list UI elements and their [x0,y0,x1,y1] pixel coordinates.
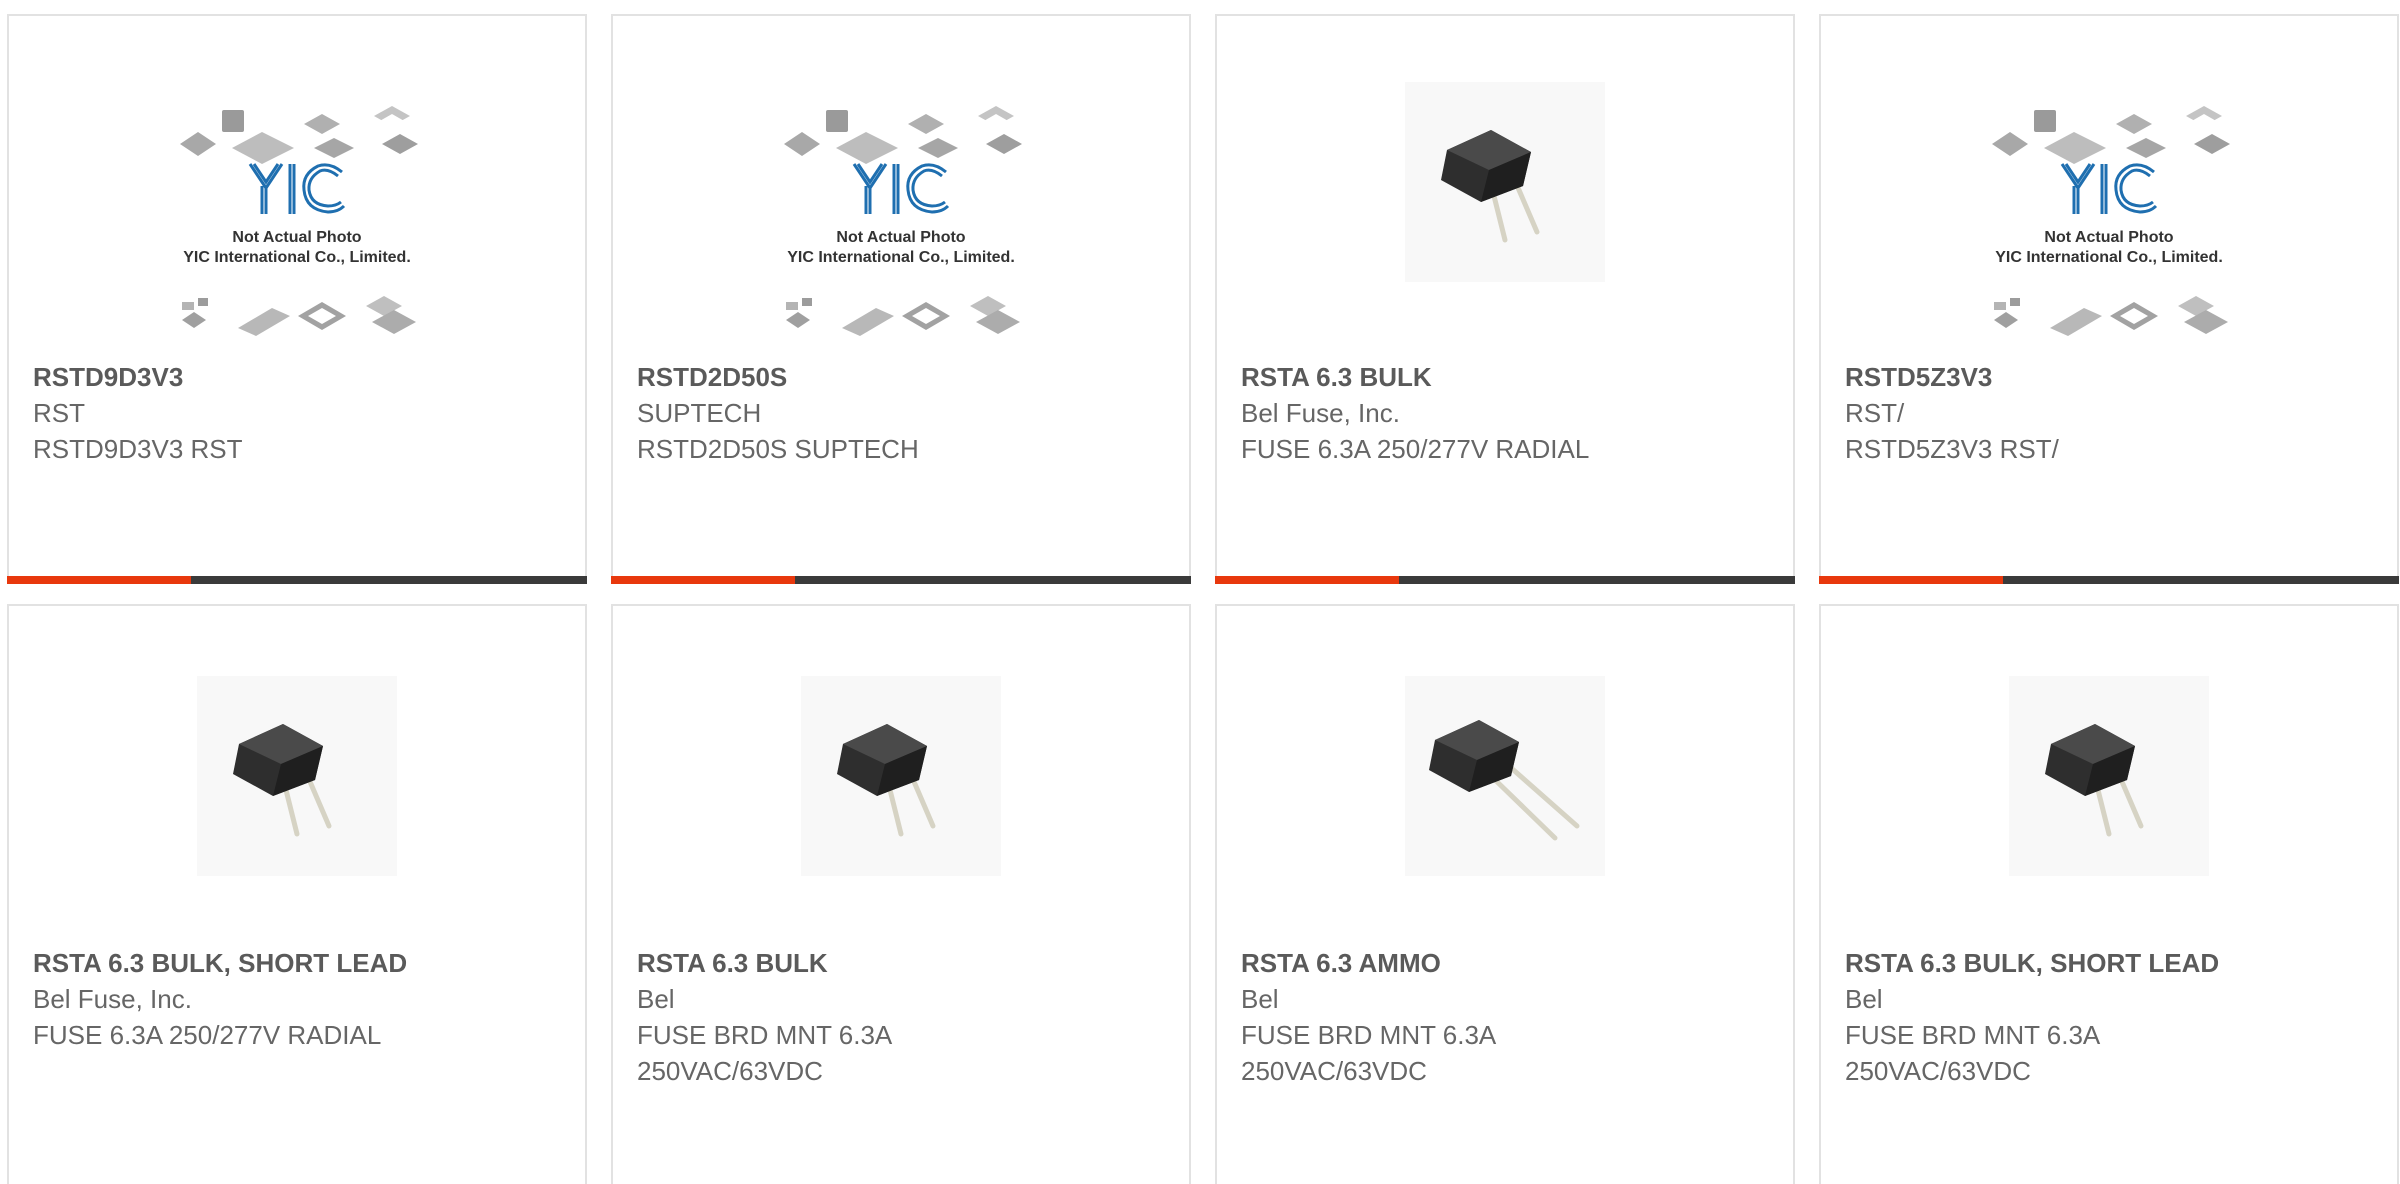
product-card[interactable]: RSTA 6.3 BULK Bel Fuse, Inc. FUSE 6.3A 2… [1215,14,1795,584]
product-image[interactable] [2009,676,2209,876]
card-footer-accent [7,576,191,584]
product-image-placeholder[interactable]: Not Actual Photo YIC International Co., … [162,102,432,358]
product-part-number-link[interactable]: RSTA 6.3 BULK [1241,359,1769,395]
product-card[interactable]: RSTA 6.3 AMMO Bel FUSE BRD MNT 6.3A 250V… [1215,604,1795,1184]
svg-text:YIC International Co., Limited: YIC International Co., Limited. [787,249,1015,266]
product-card[interactable]: Not Actual Photo YIC International Co., … [1819,14,2399,584]
product-card[interactable]: RSTA 6.3 BULK, SHORT LEAD Bel Fuse, Inc.… [7,604,587,1184]
product-description: FUSE 6.3A 250/277V RADIAL [33,1020,382,1050]
chip-placeholder-icon: Not Actual Photo YIC International Co., … [178,104,420,338]
product-description: RSTD9D3V3 RST [33,434,243,464]
product-part-number-link[interactable]: RSTA 6.3 BULK, SHORT LEAD [33,945,561,981]
radial-fuse-icon [801,676,1001,876]
product-info: RSTD5Z3V3 RST/ RSTD5Z3V3 RST/ [1845,359,2373,467]
product-manufacturer: Bel Fuse, Inc. [1241,398,1400,428]
product-info: RSTA 6.3 BULK, SHORT LEAD Bel FUSE BRD M… [1845,945,2373,1089]
product-info: RSTA 6.3 BULK Bel Fuse, Inc. FUSE 6.3A 2… [1241,359,1769,467]
svg-text:YIC International Co., Limited: YIC International Co., Limited. [1995,249,2223,266]
product-description: FUSE BRD MNT 6.3A 250VAC/63VDC [1241,1020,1495,1086]
chip-placeholder-icon: Not Actual Photo YIC International Co., … [1990,104,2232,338]
product-info: RSTA 6.3 BULK, SHORT LEAD Bel Fuse, Inc.… [33,945,561,1053]
product-manufacturer: Bel [1241,984,1279,1014]
svg-text:Not Actual Photo: Not Actual Photo [232,229,361,246]
product-manufacturer: SUPTECH [637,398,762,428]
card-footer-accent [1819,576,2003,584]
product-image[interactable] [1405,676,1605,876]
product-part-number-link[interactable]: RSTD2D50S [637,359,1165,395]
product-part-number-link[interactable]: RSTA 6.3 AMMO [1241,945,1769,981]
card-footer-accent [611,576,795,584]
product-description: FUSE 6.3A 250/277V RADIAL [1241,434,1590,464]
product-image-placeholder[interactable]: Not Actual Photo YIC International Co., … [1974,102,2244,358]
product-description: FUSE BRD MNT 6.3A 250VAC/63VDC [637,1020,891,1086]
radial-fuse-icon [1405,82,1605,282]
radial-fuse-icon [2009,676,2209,876]
product-card[interactable]: Not Actual Photo YIC International Co., … [7,14,587,584]
chip-placeholder-icon: Not Actual Photo YIC International Co., … [782,104,1024,338]
svg-text:Not Actual Photo: Not Actual Photo [2044,229,2173,246]
card-footer-bar [611,576,1191,584]
product-description: RSTD5Z3V3 RST/ [1845,434,2059,464]
product-info: RSTA 6.3 AMMO Bel FUSE BRD MNT 6.3A 250V… [1241,945,1769,1089]
product-image[interactable] [801,676,1001,876]
card-footer-bar [1819,576,2399,584]
product-card[interactable]: RSTA 6.3 BULK, SHORT LEAD Bel FUSE BRD M… [1819,604,2399,1184]
product-info: RSTD9D3V3 RST RSTD9D3V3 RST [33,359,561,467]
product-grid: Not Actual Photo YIC International Co., … [0,0,2400,1184]
product-part-number-link[interactable]: RSTD9D3V3 [33,359,561,395]
radial-fuse-icon [197,676,397,876]
product-manufacturer: RST [33,398,85,428]
svg-text:Not Actual Photo: Not Actual Photo [836,229,965,246]
product-manufacturer: Bel Fuse, Inc. [33,984,192,1014]
product-info: RSTA 6.3 BULK Bel FUSE BRD MNT 6.3A 250V… [637,945,1165,1089]
product-part-number-link[interactable]: RSTD5Z3V3 [1845,359,2373,395]
product-info: RSTD2D50S SUPTECH RSTD2D50S SUPTECH [637,359,1165,467]
product-image[interactable] [197,676,397,876]
svg-text:YIC International Co., Limited: YIC International Co., Limited. [183,249,411,266]
product-manufacturer: Bel [637,984,675,1014]
product-card[interactable]: RSTA 6.3 BULK Bel FUSE BRD MNT 6.3A 250V… [611,604,1191,1184]
radial-fuse-long-lead-icon [1405,676,1605,876]
product-part-number-link[interactable]: RSTA 6.3 BULK, SHORT LEAD [1845,945,2373,981]
product-image[interactable] [1405,82,1605,282]
product-description: RSTD2D50S SUPTECH [637,434,919,464]
product-image-placeholder[interactable]: Not Actual Photo YIC International Co., … [766,102,1036,358]
card-footer-accent [1215,576,1399,584]
product-part-number-link[interactable]: RSTA 6.3 BULK [637,945,1165,981]
card-footer-bar [1215,576,1795,584]
card-footer-bar [7,576,587,584]
product-description: FUSE BRD MNT 6.3A 250VAC/63VDC [1845,1020,2099,1086]
product-card[interactable]: Not Actual Photo YIC International Co., … [611,14,1191,584]
product-manufacturer: RST/ [1845,398,1905,428]
product-manufacturer: Bel [1845,984,1883,1014]
